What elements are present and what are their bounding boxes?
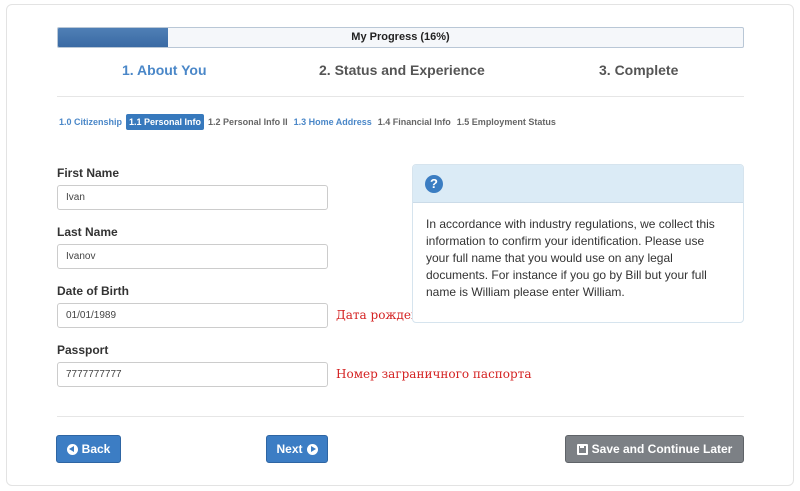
- floppy-disk-icon: [576, 443, 588, 455]
- subsection-nav: 1.0 Citizenship 1.1 Personal Info 1.2 Pe…: [57, 114, 560, 130]
- subnav-personal-info[interactable]: 1.1 Personal Info: [126, 114, 205, 130]
- dob-input[interactable]: 01/01/1989: [57, 303, 328, 328]
- save-continue-later-button[interactable]: Save and Continue Later: [565, 435, 744, 463]
- subnav-citizenship[interactable]: 1.0 Citizenship: [57, 114, 124, 130]
- info-panel-header: ?: [413, 165, 743, 203]
- info-panel-text: In accordance with industry regulations,…: [426, 217, 715, 299]
- step-status-experience[interactable]: 2. Status and Experience: [319, 62, 485, 78]
- back-button-label: Back: [81, 442, 111, 456]
- first-name-label: First Name: [57, 166, 120, 180]
- save-button-label: Save and Continue Later: [591, 442, 733, 456]
- arrow-circle-right-icon: [306, 443, 318, 455]
- arrow-circle-left-icon: [66, 443, 78, 455]
- progress-bar: My Progress (16%): [57, 27, 744, 48]
- last-name-label: Last Name: [57, 225, 118, 239]
- passport-annotation: Номер заграничного паспорта: [336, 367, 532, 381]
- back-button[interactable]: Back: [56, 435, 121, 463]
- passport-input[interactable]: 7777777777: [57, 362, 328, 387]
- divider: [57, 96, 744, 97]
- first-name-input[interactable]: Ivan: [57, 185, 328, 210]
- step-list: 1. About You 2. Status and Experience 3.…: [57, 62, 744, 84]
- divider: [57, 416, 744, 417]
- dob-label: Date of Birth: [57, 284, 129, 298]
- subnav-home-address[interactable]: 1.3 Home Address: [292, 114, 374, 130]
- subnav-financial-info[interactable]: 1.4 Financial Info: [376, 114, 453, 130]
- step-about-you[interactable]: 1. About You: [122, 62, 207, 78]
- last-name-input[interactable]: Ivanov: [57, 244, 328, 269]
- passport-label: Passport: [57, 343, 109, 357]
- subnav-employment-status[interactable]: 1.5 Employment Status: [455, 114, 558, 130]
- next-button[interactable]: Next: [266, 435, 328, 463]
- info-panel: ? In accordance with industry regulation…: [412, 164, 744, 323]
- question-circle-icon: ?: [425, 175, 443, 193]
- step-complete[interactable]: 3. Complete: [599, 62, 678, 78]
- subnav-personal-info-ii[interactable]: 1.2 Personal Info II: [206, 114, 290, 130]
- next-button-label: Next: [276, 442, 303, 456]
- progress-label: My Progress (16%): [351, 31, 450, 43]
